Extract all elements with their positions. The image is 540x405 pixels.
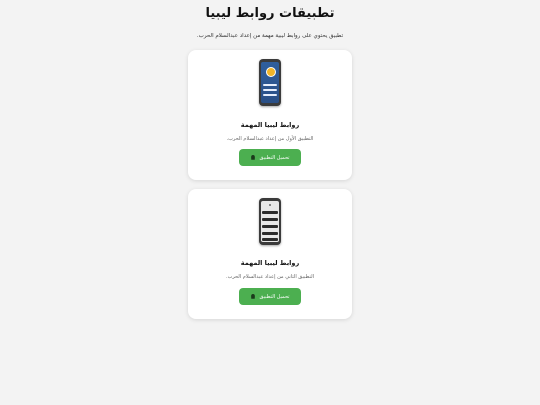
download-label: تحميل التطبيق — [259, 154, 290, 161]
app-card-2: روابط ليبيا المهمة التطبيق الثاني من إعد… — [188, 189, 352, 319]
app-title: روابط ليبيا المهمة — [240, 259, 300, 267]
android-icon — [251, 154, 256, 160]
app-screenshot-1 — [259, 59, 281, 106]
app-title: روابط ليبيا المهمة — [240, 121, 300, 129]
download-button[interactable]: تحميل التطبيق — [239, 149, 301, 166]
app-card-1: روابط ليبيا المهمة التطبيق الأول من إعدا… — [188, 50, 352, 180]
download-label: تحميل التطبيق — [259, 293, 290, 300]
app-description: التطبيق الثاني من إعداد عبدالسلام الحرب. — [225, 274, 315, 280]
app-description: التطبيق الأول من إعداد عبدالسلام الحرب. — [226, 136, 314, 142]
android-icon — [251, 293, 256, 299]
page-subtitle: تطبيق يحتوي على روابط ليبية مهمة من إعدا… — [196, 33, 344, 39]
app-screenshot-2 — [259, 198, 281, 245]
download-button[interactable]: تحميل التطبيق — [239, 288, 301, 305]
page-title: تطبيقات روابط ليبيا — [205, 6, 335, 21]
